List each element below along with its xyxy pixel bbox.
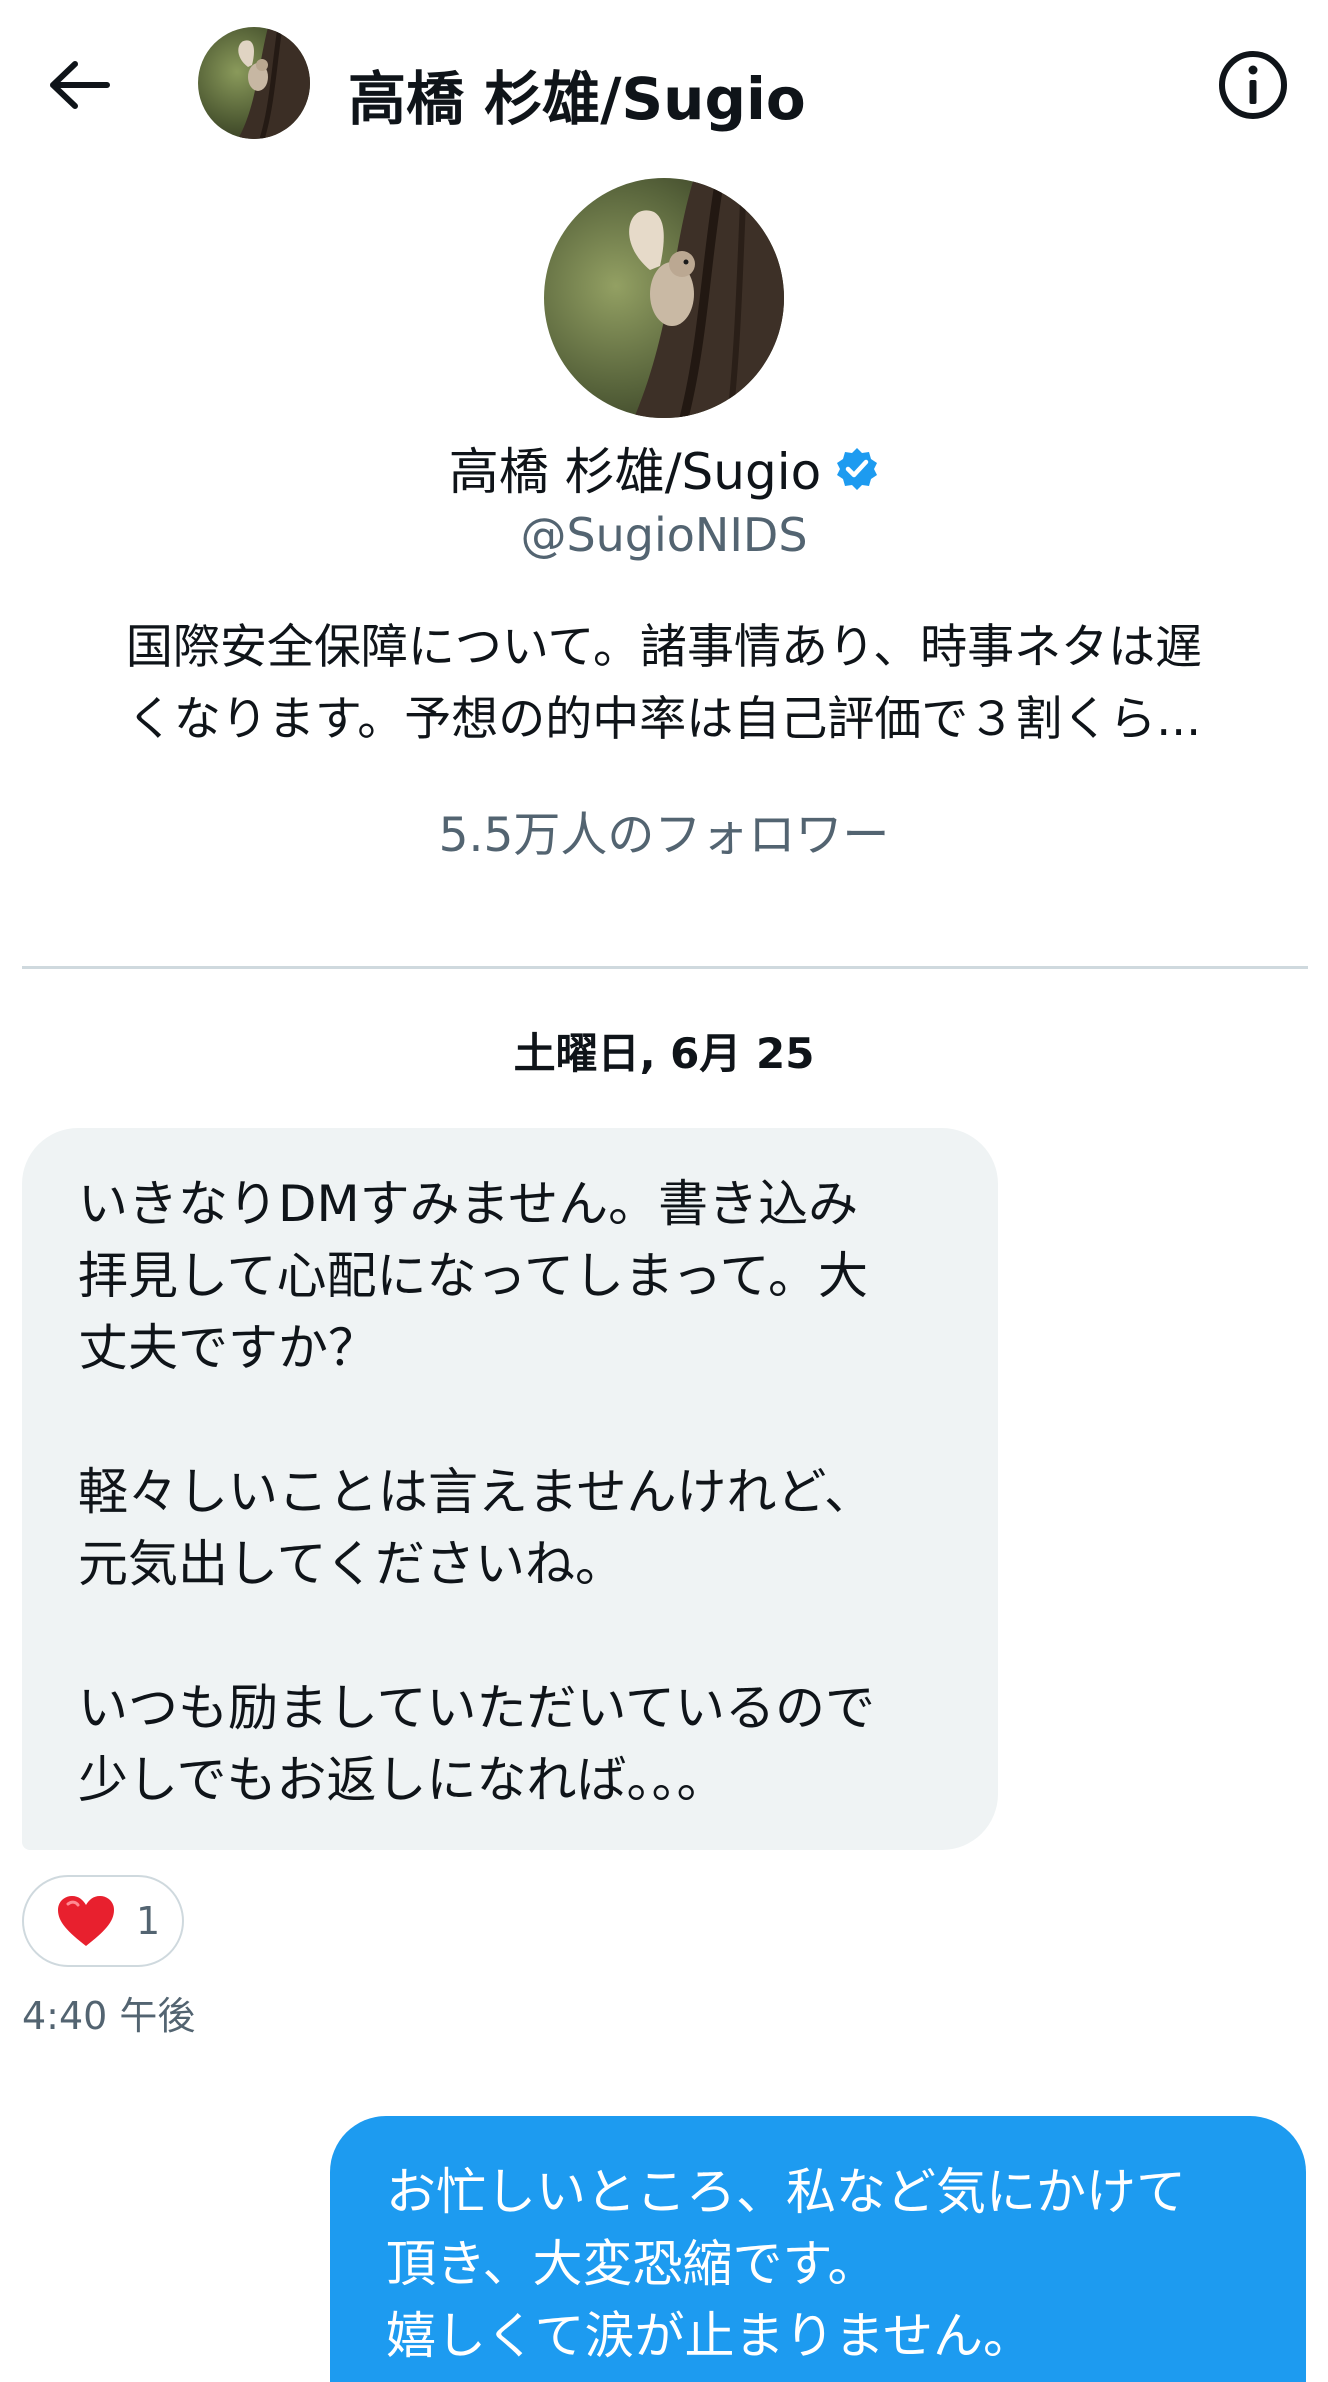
- avatar[interactable]: [198, 27, 310, 139]
- message-timestamp: 4:40 午後: [22, 1994, 196, 2038]
- message-line: いつも励ましていただいているので: [78, 1679, 875, 1737]
- profile-name-row: 高橋 杉雄/Sugio: [0, 432, 1328, 504]
- message-line: 頂き、大変恐縮です。: [386, 2235, 878, 2293]
- followers-count[interactable]: 5.5万人のフォロワー: [0, 796, 1328, 865]
- profile-avatar[interactable]: [544, 178, 784, 418]
- squirrel-avatar-image: [198, 27, 310, 139]
- arrow-left-icon: [50, 61, 110, 109]
- profile-handle: @SugioNIDS: [520, 508, 808, 562]
- message-line: [78, 1600, 942, 1672]
- message-line: 嬉しくて涙が止まりません。: [386, 2307, 1033, 2365]
- heart-icon: [58, 1896, 114, 1946]
- message-line: 丈夫ですか？: [78, 1319, 378, 1377]
- info-icon: [1219, 51, 1287, 119]
- reaction-pill[interactable]: 1: [22, 1875, 184, 1967]
- message-line: 軽々しいことは言えませんけれど、: [78, 1463, 874, 1521]
- reaction-count: 1: [136, 1899, 161, 1943]
- back-button[interactable]: [40, 45, 120, 125]
- conversation-title[interactable]: 高橋 杉雄/Sugio: [348, 52, 806, 136]
- message-line: 元気出してくださいね。: [78, 1535, 625, 1593]
- incoming-message-bubble[interactable]: いきなりDMすみません。書き込み 拝見して心配になってしまって。大 丈夫ですか？…: [22, 1128, 998, 1850]
- bio-line: 国際安全保障について。諸事情あり、時事ネタは遅: [125, 620, 1203, 675]
- message-line: お忙しいところ、私など気にかけて: [386, 2163, 1186, 2221]
- date-separator: 土曜日, 6月 25: [513, 1029, 815, 1078]
- message-line: [78, 1384, 942, 1456]
- divider: [22, 966, 1308, 969]
- info-button[interactable]: [1208, 40, 1298, 130]
- message-line: いきなりDMすみません。書き込み: [78, 1175, 859, 1233]
- message-line: 拝見して心配になってしまって。大: [78, 1247, 868, 1305]
- top-bar: 高橋 杉雄/Sugio: [0, 0, 1328, 170]
- message-line: 少しでもお返しになれば。。。: [78, 1751, 727, 1809]
- outgoing-message-bubble[interactable]: お忙しいところ、私など気にかけて 頂き、大変恐縮です。 嬉しくて涙が止まりません…: [330, 2116, 1306, 2382]
- profile-name[interactable]: 高橋 杉雄/Sugio: [449, 432, 821, 504]
- bio-line: くなります。予想の的中率は自己評価で３割くら...: [126, 692, 1202, 747]
- squirrel-avatar-image: [544, 178, 784, 418]
- dm-conversation-screen: 高橋 杉雄/Sugio 高橋 杉雄/Sugio @SugioNIDS 国際安全保…: [0, 0, 1328, 2382]
- profile-bio: 国際安全保障について。諸事情あり、時事ネタは遅 くなります。予想の的中率は自己評…: [80, 612, 1248, 756]
- verified-badge-icon: [837, 448, 878, 490]
